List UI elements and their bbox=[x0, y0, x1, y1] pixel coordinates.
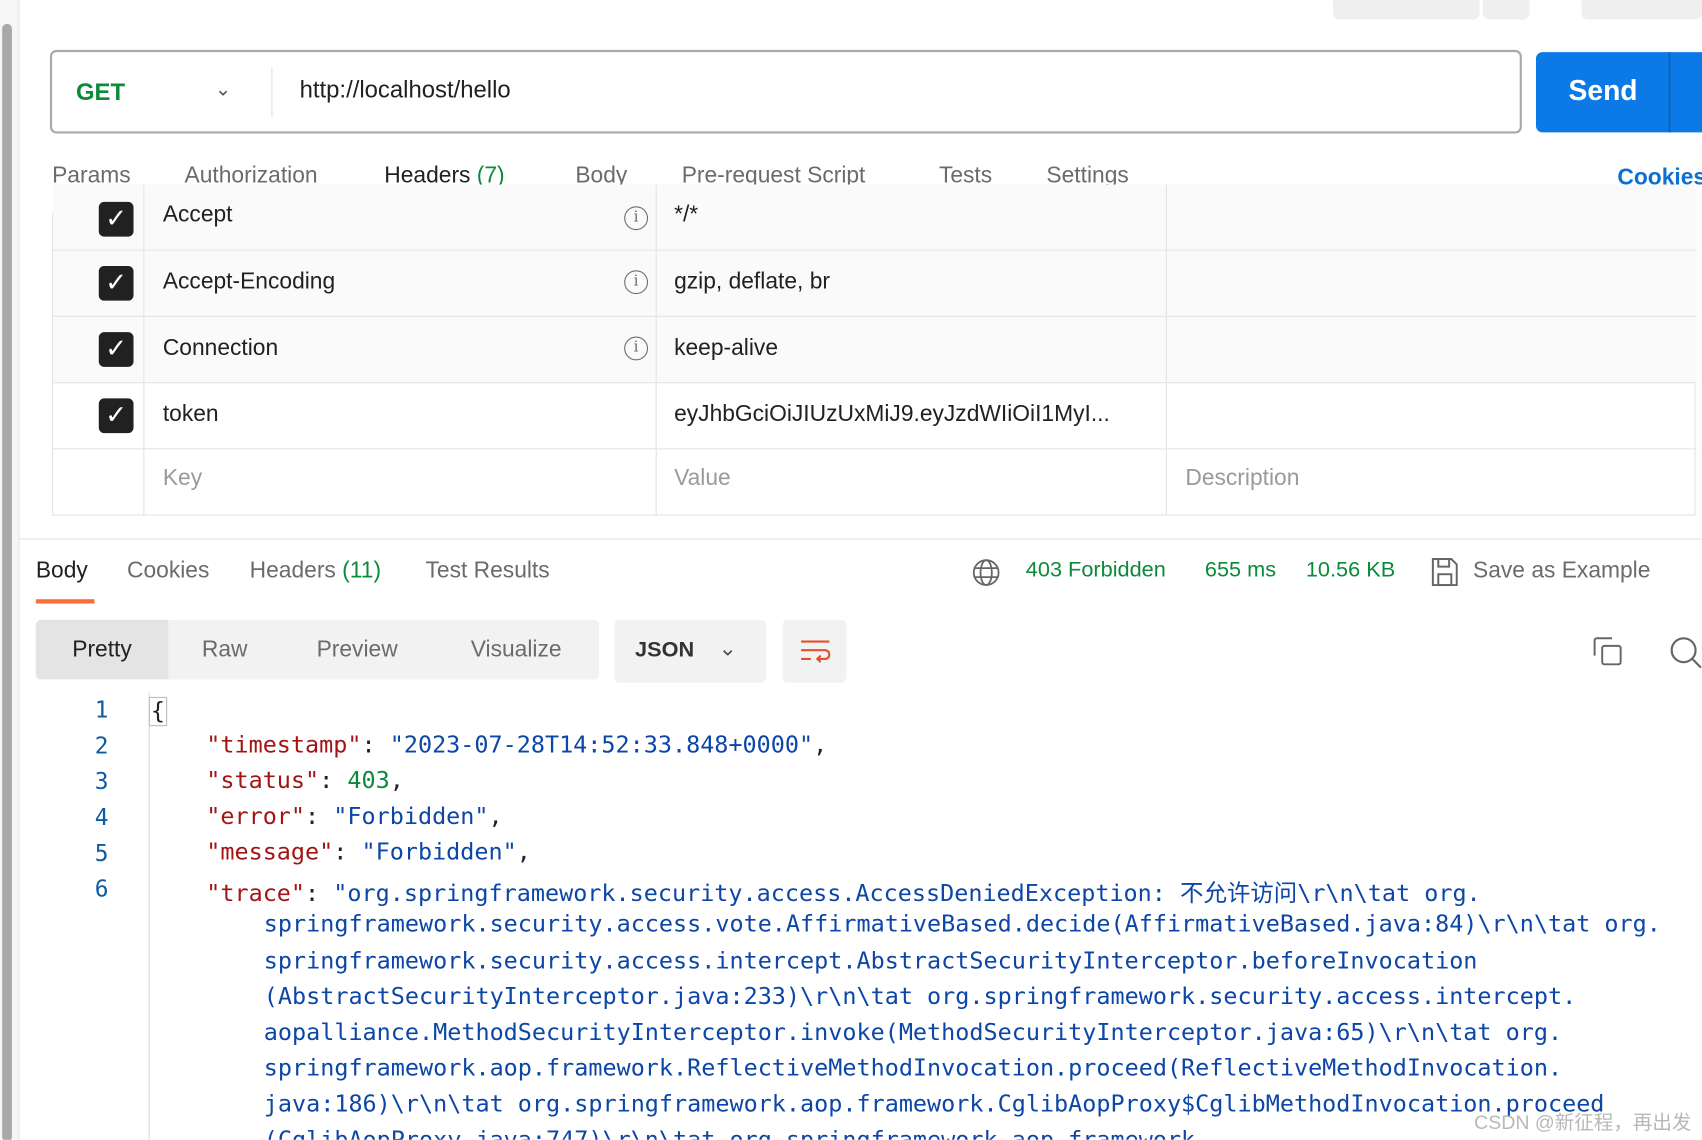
value-input[interactable]: Value bbox=[674, 466, 731, 492]
json-number: 403 bbox=[347, 767, 390, 795]
view-raw[interactable]: Raw bbox=[168, 620, 281, 680]
globe-icon[interactable] bbox=[972, 558, 1001, 587]
sidebar-scrollbar[interactable] bbox=[0, 0, 20, 1140]
top-toolbar-button-2[interactable] bbox=[1581, 0, 1702, 20]
response-tab-body[interactable]: Body bbox=[36, 558, 88, 584]
json-string: "2023-07-28T14:52:33.848+0000" bbox=[389, 731, 814, 759]
checkbox[interactable]: ✓ bbox=[98, 201, 134, 237]
watermark: CSDN @新征程，再出发 bbox=[1474, 1111, 1692, 1134]
wrap-lines-button[interactable] bbox=[782, 619, 847, 683]
top-toolbar-button[interactable] bbox=[1332, 0, 1480, 20]
code-line[interactable]: "status": 403, bbox=[206, 767, 404, 794]
response-tab-test-results[interactable]: Test Results bbox=[426, 558, 550, 584]
url-bar: GET ⌄ http://localhost/hello bbox=[49, 49, 1522, 134]
json-string: "org.springframework.security.access.Acc… bbox=[333, 880, 1481, 908]
code-line[interactable]: "trace": "org.springframework.security.a… bbox=[206, 875, 1480, 909]
brace: { bbox=[150, 697, 166, 726]
info-icon[interactable]: i bbox=[624, 270, 649, 295]
code-wrap-line: (CglibAopProxy.java:747)\r\n\tat org.spr… bbox=[264, 1127, 1210, 1140]
line-number: 5 bbox=[94, 840, 109, 867]
wrap-icon bbox=[801, 640, 831, 663]
code-line[interactable]: "error": "Forbidden", bbox=[206, 803, 502, 830]
header-value[interactable]: eyJhbGciOiJIUzUxMiJ9.eyJzdWIiOiI1MyI... bbox=[674, 402, 1110, 428]
top-toolbar-dropdown[interactable] bbox=[1482, 0, 1530, 20]
copy-icon[interactable] bbox=[1592, 636, 1622, 666]
table-row: ✓ Connection i keep-alive bbox=[53, 316, 1697, 384]
view-visualize[interactable]: Visualize bbox=[433, 620, 599, 680]
active-tab-indicator bbox=[35, 599, 95, 604]
header-value[interactable]: */* bbox=[674, 202, 698, 228]
view-pretty[interactable]: Pretty bbox=[35, 619, 169, 680]
save-icon[interactable] bbox=[1431, 557, 1459, 587]
checkbox[interactable]: ✓ bbox=[98, 265, 134, 301]
json-key: "error" bbox=[206, 803, 306, 831]
json-key: "status" bbox=[206, 767, 320, 795]
json-key: "timestamp" bbox=[206, 731, 362, 759]
header-key[interactable]: Accept bbox=[163, 202, 233, 228]
header-value[interactable]: gzip, deflate, br bbox=[674, 269, 830, 295]
code-wrap-line: (AbstractSecurityInterceptor.java:233)\r… bbox=[263, 983, 1577, 1011]
tab-count: (11) bbox=[342, 557, 382, 583]
response-time[interactable]: 655 ms bbox=[1205, 558, 1276, 583]
code-line[interactable]: "message": "Forbidden", bbox=[206, 839, 531, 866]
format-label: JSON bbox=[635, 638, 695, 663]
line-number: 1 bbox=[94, 696, 109, 723]
save-as-example-button[interactable]: Save as Example bbox=[1473, 558, 1650, 584]
checkbox[interactable]: ✓ bbox=[98, 332, 134, 367]
line-number: 4 bbox=[94, 804, 109, 831]
url-input[interactable]: http://localhost/hello bbox=[300, 76, 511, 104]
code-wrap-line: aopalliance.MethodSecurityInterceptor.in… bbox=[263, 1019, 1563, 1047]
json-string: "Forbidden" bbox=[333, 803, 489, 831]
pane-divider[interactable] bbox=[19, 538, 1702, 540]
response-size[interactable]: 10.56 KB bbox=[1306, 558, 1395, 583]
code-wrap-line: springframework.aop.framework.Reflective… bbox=[263, 1055, 1563, 1083]
divider bbox=[271, 67, 273, 118]
line-number: 3 bbox=[94, 768, 109, 795]
table-row-new: Key Value Description bbox=[53, 449, 1696, 516]
chevron-down-icon: ⌄ bbox=[718, 637, 737, 662]
header-key[interactable]: token bbox=[163, 402, 219, 428]
line-number: 6 bbox=[94, 875, 109, 903]
tab-label: Headers bbox=[249, 557, 336, 583]
chevron-down-icon[interactable]: ⌄ bbox=[215, 78, 231, 101]
header-key[interactable]: Connection bbox=[163, 335, 278, 361]
header-key[interactable]: Accept-Encoding bbox=[163, 269, 335, 295]
view-preview[interactable]: Preview bbox=[281, 620, 433, 680]
json-key: "trace" bbox=[206, 880, 306, 908]
code-wrap-line: springframework.security.access.intercep… bbox=[263, 947, 1478, 975]
view-mode-selector: Pretty Raw Preview Visualize bbox=[35, 619, 600, 680]
headers-table: ✓ Accept i */* ✓ Accept-Encoding i gzip,… bbox=[52, 184, 1697, 516]
table-row: ✓ Accept i */* bbox=[53, 184, 1697, 251]
search-icon[interactable] bbox=[1669, 636, 1702, 669]
json-key: "message" bbox=[206, 839, 334, 867]
method-select[interactable]: GET bbox=[76, 78, 125, 106]
key-input[interactable]: Key bbox=[163, 466, 202, 492]
checkbox[interactable]: ✓ bbox=[98, 398, 134, 434]
json-string: "Forbidden" bbox=[361, 839, 517, 867]
send-button[interactable]: Send bbox=[1535, 52, 1702, 133]
info-icon[interactable]: i bbox=[624, 206, 649, 231]
format-select[interactable]: JSON ⌄ bbox=[614, 619, 767, 683]
code-wrap-line: springframework.security.access.vote.Aff… bbox=[263, 910, 1661, 938]
info-icon[interactable]: i bbox=[624, 336, 649, 361]
response-tab-cookies[interactable]: Cookies bbox=[127, 558, 209, 584]
response-tab-headers[interactable]: Headers (11) bbox=[250, 558, 381, 584]
header-value[interactable]: keep-alive bbox=[674, 335, 778, 361]
code-line[interactable]: "timestamp": "2023-07-28T14:52:33.848+00… bbox=[206, 732, 827, 759]
status-code[interactable]: 403 Forbidden bbox=[1026, 558, 1166, 583]
table-row: ✓ Accept-Encoding i gzip, deflate, br bbox=[53, 250, 1697, 317]
table-row: ✓ token eyJhbGciOiJIUzUxMiJ9.eyJzdWIiOiI… bbox=[53, 383, 1697, 450]
code-gutter bbox=[148, 692, 150, 1140]
code-open-brace[interactable]: { bbox=[148, 696, 168, 727]
line-number: 2 bbox=[94, 732, 109, 759]
description-input[interactable]: Description bbox=[1185, 466, 1299, 492]
code-wrap-line: java:186)\r\n\tat org.springframework.ao… bbox=[263, 1090, 1605, 1119]
send-label: Send bbox=[1568, 73, 1638, 107]
